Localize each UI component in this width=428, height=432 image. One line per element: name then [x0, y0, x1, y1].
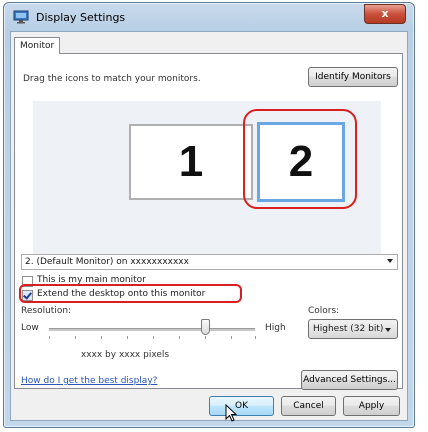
display-settings-icon — [13, 10, 29, 24]
dialog-client-area: Monitor Drag the icons to match your mon… — [10, 31, 408, 422]
slider-tick — [101, 336, 102, 339]
resolution-high-label: High — [265, 323, 286, 333]
highlight-ring-extend — [19, 284, 242, 303]
apply-button[interactable]: Apply — [343, 396, 400, 416]
resolution-label: Resolution: — [21, 306, 72, 316]
chevron-down-icon — [387, 259, 393, 263]
drag-instruction: Drag the icons to match your monitors. — [23, 74, 201, 84]
close-icon: x — [381, 7, 389, 20]
resolution-slider-thumb[interactable] — [201, 319, 210, 335]
best-display-help-link[interactable]: How do I get the best display? — [21, 376, 157, 386]
advanced-settings-button[interactable]: Advanced Settings... — [301, 370, 398, 390]
monitor-tab-panel: Drag the icons to match your monitors. I… — [14, 53, 403, 390]
slider-tick — [75, 336, 76, 339]
slider-tick — [255, 336, 256, 339]
highlight-ring-monitor-2 — [243, 109, 357, 209]
slider-tick — [231, 336, 232, 339]
slider-tick — [127, 336, 128, 339]
resolution-slider-track[interactable] — [49, 328, 255, 331]
slider-tick — [179, 336, 180, 339]
slider-tick — [153, 336, 154, 339]
colors-select-value: Highest (32 bit) — [313, 324, 384, 334]
resolution-low-label: Low — [21, 323, 39, 333]
ok-button[interactable]: OK — [209, 396, 274, 416]
colors-select[interactable]: Highest (32 bit) — [308, 319, 398, 339]
tab-monitor[interactable]: Monitor — [14, 37, 61, 54]
monitor-select-value: 2. (Default Monitor) on xxxxxxxxxxx — [25, 257, 189, 267]
monitor-select[interactable]: 2. (Default Monitor) on xxxxxxxxxxx — [21, 254, 398, 270]
slider-tick — [205, 336, 206, 339]
slider-tick — [49, 336, 50, 339]
resolution-value: xxxx by xxxx pixels — [80, 350, 170, 360]
monitor-arrangement-area: 1 2 — [33, 101, 381, 257]
mouse-pointer-icon — [225, 404, 237, 422]
colors-label: Colors: — [308, 306, 340, 316]
window-title: Display Settings — [36, 11, 126, 24]
identify-monitors-button[interactable]: Identify Monitors — [308, 67, 398, 87]
close-button[interactable]: x — [364, 4, 406, 24]
title-bar[interactable]: Display Settings x — [4, 3, 414, 31]
chevron-down-icon — [385, 328, 391, 332]
cancel-button[interactable]: Cancel — [281, 396, 336, 416]
monitor-1-icon[interactable]: 1 — [129, 124, 253, 200]
display-settings-window: Display Settings x Monitor Drag the icon… — [3, 2, 415, 428]
